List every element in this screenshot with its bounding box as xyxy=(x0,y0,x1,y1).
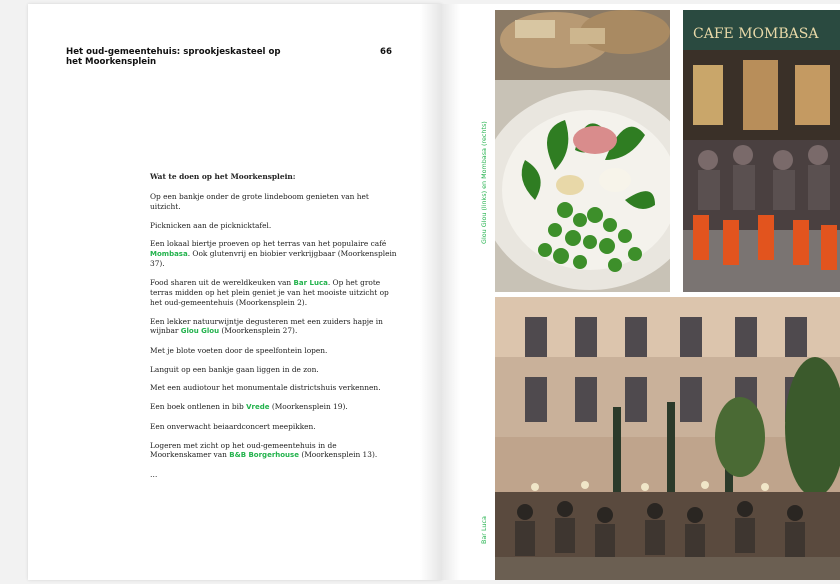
bar-luca-terrace-photo xyxy=(495,297,840,580)
venue-name: B&B Borgerhouse xyxy=(229,451,299,460)
left-page: Het oud-gemeentehuis: sprookjeskasteel o… xyxy=(28,4,442,580)
book-spread: Het oud-gemeentehuis: sprookjeskasteel o… xyxy=(0,0,840,584)
paragraph-7: Languit op een bankje gaan liggen in de … xyxy=(150,364,319,374)
venue-name: Vrede xyxy=(246,403,270,412)
mombasa-terrace-photo: CAFE MOMBASA xyxy=(683,10,840,292)
paragraph-11: Logeren met zicht op het oud-gemeentehui… xyxy=(150,440,378,460)
paragraph-2: Picknicken aan de picknicktafel. xyxy=(150,220,272,230)
glou-glou-dish-photo xyxy=(495,10,670,292)
photo-caption-bottom: Bar Luca xyxy=(480,516,488,544)
right-page: CAFE MOMBASA Glou Glou (links) en Mombas… xyxy=(442,4,840,580)
venue-name: Bar Luca xyxy=(293,279,328,288)
cafe-sign: CAFE MOMBASA xyxy=(693,26,819,42)
paragraph-6: Met je blote voeten door de speelfontein… xyxy=(150,345,328,355)
paragraph-3: Een lokaal biertje proeven op het terras… xyxy=(150,239,397,269)
photo-caption-top: Glou Glou (links) en Mombasa (rechts) xyxy=(480,121,488,244)
chapter-title: Het oud-gemeentehuis: sprookjeskasteel o… xyxy=(66,47,281,67)
paragraph-4: Food sharen uit de wereldkeuken van Bar … xyxy=(150,278,389,307)
section-heading: Wat te doen op het Moorkensplein: xyxy=(150,172,296,181)
paragraph-1: Op een bankje onder de grote lindeboom g… xyxy=(150,192,369,211)
paragraph-ellipsis: … xyxy=(150,470,158,480)
page-number: 66 xyxy=(380,47,392,57)
paragraph-9: Een boek ontlenen in bib Vrede (Moorkens… xyxy=(150,402,348,412)
paragraph-10: Een onverwacht beiaardconcert meepikken. xyxy=(150,422,316,432)
venue-name: Mombasa xyxy=(150,249,188,258)
paragraph-8: Met een audiotour het monumentale distri… xyxy=(150,383,381,393)
paragraph-5: Een lekker natuurwijntje degusteren met … xyxy=(150,316,383,336)
activity-list: Wat te doen op het Moorkensplein: Op een… xyxy=(150,172,400,489)
venue-name: Glou Glou xyxy=(180,327,220,336)
